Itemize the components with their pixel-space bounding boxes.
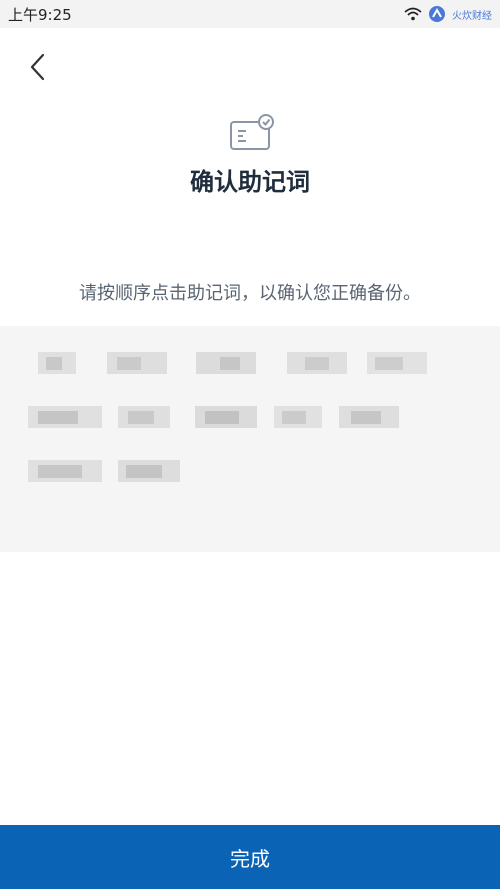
mnemonic-word-chip[interactable]	[114, 456, 184, 486]
mnemonic-word-chip[interactable]	[24, 402, 106, 432]
back-button[interactable]	[20, 50, 54, 84]
mnemonic-word-area	[0, 326, 500, 552]
status-icons: 火炊财经	[404, 5, 492, 23]
card-check-icon	[230, 114, 274, 150]
instruction-text: 请按顺序点击助记词，以确认您正确备份。	[79, 283, 421, 304]
status-time: 上午9:25	[8, 5, 72, 24]
mnemonic-word-chip[interactable]	[103, 348, 171, 378]
mnemonic-word-chip[interactable]	[335, 402, 403, 432]
chevron-left-icon	[30, 53, 45, 81]
mnemonic-word-chip[interactable]	[363, 348, 431, 378]
mnemonic-word-chip[interactable]	[283, 348, 351, 378]
mnemonic-word-chip[interactable]	[192, 348, 260, 378]
status-bar: 上午9:25 火炊财经	[0, 0, 500, 28]
mnemonic-word-chip[interactable]	[24, 456, 106, 486]
mnemonic-word-chip[interactable]	[32, 348, 82, 378]
watermark-text: 火炊财经	[452, 10, 492, 22]
mnemonic-word-chip[interactable]	[191, 402, 261, 432]
mnemonic-word-chip[interactable]	[270, 402, 326, 432]
logo-icon	[429, 6, 445, 22]
done-button[interactable]: 完成	[0, 825, 500, 889]
page-title: 确认助记词	[190, 168, 310, 196]
mnemonic-word-chip[interactable]	[114, 402, 174, 432]
wifi-icon	[404, 7, 422, 21]
done-button-label: 完成	[230, 846, 270, 871]
